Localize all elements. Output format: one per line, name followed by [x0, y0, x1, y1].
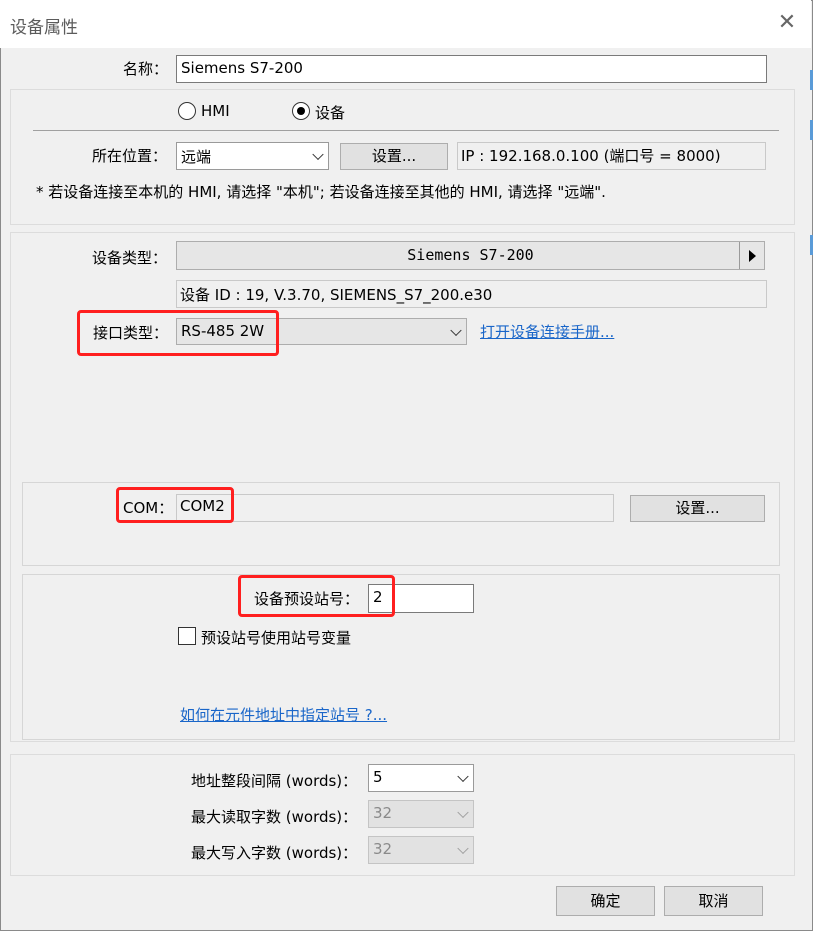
play-arrow-icon[interactable] [739, 242, 764, 269]
device-type-label: 设备类型： [92, 249, 168, 267]
com-settings-button[interactable]: 设置... [630, 495, 765, 522]
use-station-var-checkbox[interactable] [178, 627, 196, 645]
max-write-value: 32 [373, 840, 393, 858]
radio-device[interactable] [292, 102, 310, 120]
close-icon[interactable]: ✕ [774, 10, 800, 36]
com-value: COM2 [176, 494, 614, 522]
max-read-value: 32 [373, 804, 393, 822]
chevron-down-icon [450, 324, 462, 336]
max-write-label: 最大写入字数 (words)： [191, 844, 358, 862]
highlight-com [116, 487, 234, 523]
name-input[interactable]: Siemens S7-200 [176, 55, 767, 83]
interval-value: 5 [373, 768, 383, 786]
device-type-field[interactable]: Siemens S7-200 [176, 241, 765, 270]
title-bar [0, 0, 811, 48]
radio-hmi[interactable] [178, 102, 196, 120]
location-select[interactable]: 远端 [176, 142, 329, 170]
radio-device-label: 设备 [315, 104, 346, 122]
chevron-down-icon [457, 770, 469, 783]
use-station-var-label: 预设站号使用站号变量 [201, 629, 352, 647]
radio-selected-dot [297, 107, 305, 115]
device-type-value: Siemens S7-200 [407, 246, 534, 264]
ip-info: IP : 192.168.0.100 (端口号 = 8000) [457, 142, 766, 170]
location-select-value: 远端 [181, 148, 212, 166]
chevron-down-icon [312, 148, 324, 161]
radio-hmi-label: HMI [201, 102, 230, 120]
name-label: 名称： [123, 60, 169, 78]
max-read-select: 32 [368, 800, 474, 828]
cancel-button[interactable]: 取消 [664, 886, 763, 916]
max-read-label: 最大读取字数 (words)： [191, 808, 358, 826]
location-settings-button[interactable]: 设置... [340, 143, 448, 170]
station-help-link[interactable]: 如何在元件地址中指定站号 ?... [180, 704, 387, 725]
interval-select[interactable]: 5 [368, 764, 474, 792]
interval-label: 地址整段间隔 (words)： [191, 772, 358, 790]
location-label: 所在位置： [92, 147, 168, 165]
chevron-down-icon [457, 806, 469, 819]
device-manual-link[interactable]: 打开设备连接手册... [480, 321, 614, 342]
window-title: 设备属性 [10, 18, 78, 38]
max-write-select: 32 [368, 836, 474, 864]
highlight-interface [77, 310, 279, 356]
device-id-info: 设备 ID : 19, V.3.70, SIEMENS_S7_200.e30 [176, 280, 767, 308]
ok-button[interactable]: 确定 [556, 886, 655, 916]
highlight-station [238, 575, 395, 617]
location-note: * 若设备连接至本机的 HMI, 请选择 "本机"; 若设备连接至其他的 HMI… [36, 183, 606, 201]
divider [33, 130, 779, 131]
chevron-down-icon [457, 842, 469, 855]
